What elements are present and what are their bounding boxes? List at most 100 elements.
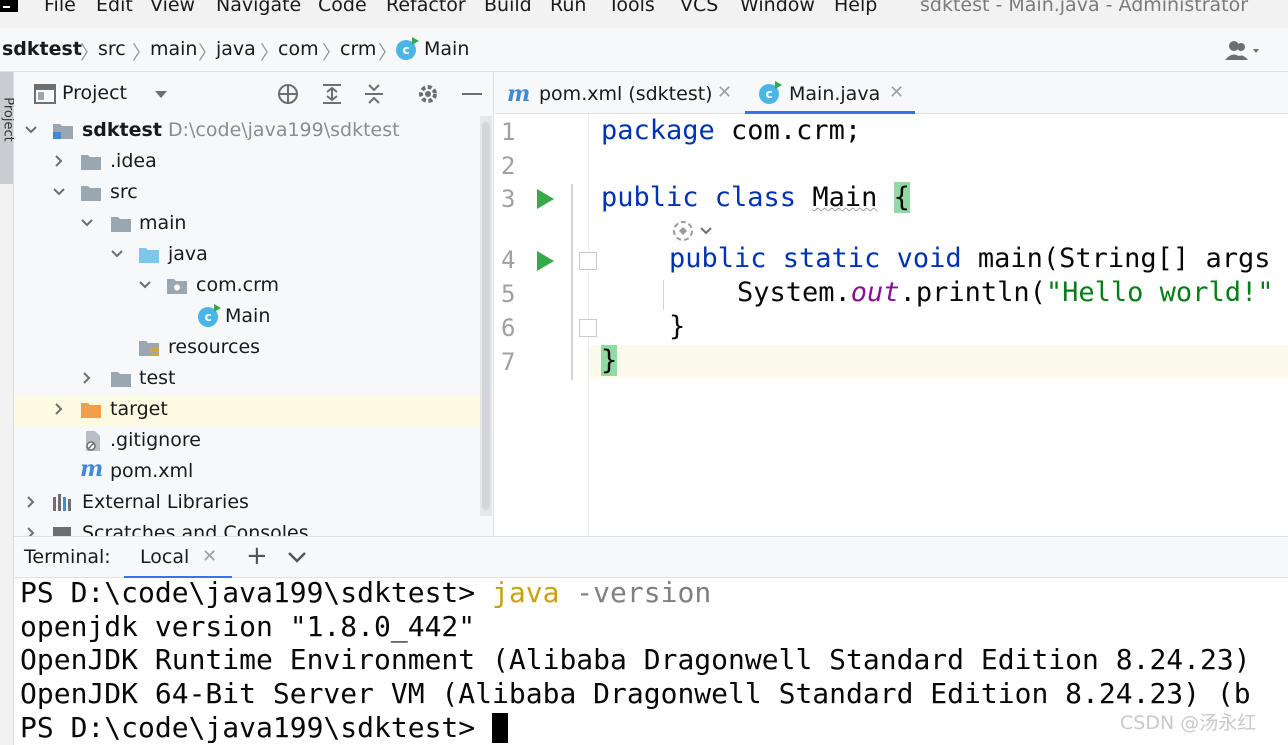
chevron-right-icon[interactable] <box>24 525 38 536</box>
menu-run[interactable]: Run <box>550 0 586 16</box>
tree-item-label: Main <box>225 305 271 327</box>
window-title: sdktest - Main.java - Administrator <box>920 0 1249 16</box>
ai-assistant-icon[interactable] <box>671 218 721 244</box>
terminal-output[interactable]: PS D:\code\java199\sdktest> java -versio… <box>14 578 1288 745</box>
fold-method-icon[interactable] <box>579 252 597 270</box>
chevron-down-icon[interactable] <box>138 277 152 293</box>
breadcrumb-item-main[interactable]: main <box>150 38 197 60</box>
menu-navigate[interactable]: Navigate <box>216 0 301 16</box>
terminal-title: Terminal: <box>24 546 111 568</box>
chevron-down-icon[interactable] <box>154 90 168 100</box>
tree-item-main[interactable]: main <box>14 209 493 240</box>
line-number: 2 <box>501 152 516 180</box>
user-account-icon[interactable] <box>1224 40 1264 62</box>
tree-item-label: com.crm <box>196 274 280 296</box>
code-editor[interactable]: 1 2 3 4 5 6 7 package com.crm; public cl… <box>495 114 1288 536</box>
tree-item-label: External Libraries <box>82 491 249 513</box>
tree-item-pom-xml[interactable]: m pom.xml <box>14 456 493 488</box>
terminal-tab-local[interactable]: Local ✕ <box>124 537 232 579</box>
scratches-icon <box>53 527 71 536</box>
tree-item-sdktest[interactable]: sdktest D:\code\java199\sdktest <box>14 116 493 147</box>
code-token-class-name: Main <box>812 182 878 213</box>
menu-view[interactable]: View <box>150 0 195 16</box>
menu-refactor[interactable]: Refactor <box>386 0 466 16</box>
menu-code[interactable]: Code <box>318 0 367 16</box>
breadcrumb-item-src[interactable]: src <box>98 38 126 60</box>
chevron-down-icon[interactable] <box>286 549 308 565</box>
indent-guide <box>663 280 664 310</box>
code-token-system: System. <box>737 277 851 308</box>
code-token-brace: } <box>669 311 686 342</box>
chevron-down-icon[interactable] <box>24 122 38 138</box>
terminal-line: PS D:\code\java199\sdktest> <box>20 711 509 744</box>
run-class-icon[interactable] <box>537 189 554 209</box>
gear-icon[interactable] <box>416 82 440 106</box>
tree-item-label: sdktest <box>82 119 162 141</box>
fold-end-icon[interactable] <box>579 319 597 337</box>
run-main-icon[interactable] <box>537 251 554 271</box>
tree-item-com-crm[interactable]: com.crm <box>14 271 493 302</box>
tree-item-external-libraries[interactable]: External Libraries <box>14 488 493 519</box>
tree-item-label: test <box>139 367 176 389</box>
collapse-all-icon[interactable] <box>362 82 386 106</box>
tree-item-src[interactable]: src <box>14 178 493 209</box>
tree-item-resources[interactable]: resources <box>14 333 493 364</box>
close-icon[interactable]: ✕ <box>717 82 732 103</box>
breadcrumb-separator-icon: 〉 <box>198 42 218 64</box>
package-folder-icon <box>167 279 187 294</box>
terminal-command-flag: -version <box>559 578 712 609</box>
terminal-command: java <box>492 578 560 609</box>
project-scrollbar[interactable] <box>480 116 492 516</box>
menu-edit[interactable]: Edit <box>96 0 133 16</box>
chevron-right-icon[interactable] <box>52 401 66 417</box>
tab-main-java[interactable]: c Main.java ✕ <box>745 72 915 114</box>
module-folder-icon <box>53 124 73 139</box>
tree-item-label: pom.xml <box>110 460 194 482</box>
terminal-tab-label: Local <box>140 546 190 568</box>
chevron-right-icon[interactable] <box>52 153 66 169</box>
chevron-right-icon[interactable] <box>80 370 94 386</box>
tab-pom-xml[interactable]: m pom.xml (sdktest) ✕ <box>495 72 745 114</box>
breadcrumb-item-java[interactable]: java <box>216 38 256 60</box>
project-scrollbar-thumb[interactable] <box>482 122 490 510</box>
locate-crosshair-icon[interactable] <box>276 82 300 106</box>
breadcrumb-item-crm[interactable]: crm <box>340 38 376 60</box>
expand-all-icon[interactable] <box>320 82 344 106</box>
close-icon[interactable]: ✕ <box>889 82 904 103</box>
tree-item-java[interactable]: java <box>14 240 493 271</box>
menu-file[interactable]: File <box>44 0 76 16</box>
tree-item-label: java <box>168 243 208 265</box>
project-tool-tab[interactable]: Project <box>0 72 16 184</box>
menu-help[interactable]: Help <box>834 0 877 16</box>
tree-item-label: main <box>139 212 187 234</box>
tree-item-target[interactable]: target <box>14 395 493 426</box>
folder-icon <box>111 217 131 232</box>
line-number: 5 <box>501 280 516 308</box>
tree-item-scratches[interactable]: Scratches and Consoles <box>14 519 493 536</box>
close-icon[interactable]: ✕ <box>202 546 217 567</box>
menu-tools[interactable]: Tools <box>608 0 655 16</box>
minimize-icon[interactable] <box>460 82 484 106</box>
tree-item-gitignore[interactable]: .gitignore <box>14 426 493 457</box>
library-icon <box>53 494 71 511</box>
tree-item-test[interactable]: test <box>14 364 493 395</box>
project-panel-title[interactable]: Project <box>62 82 127 104</box>
breadcrumb: sdktest 〉 src 〉 main 〉 java 〉 com 〉 crm … <box>0 28 1288 72</box>
chevron-down-icon[interactable] <box>80 215 94 231</box>
menu-vcs[interactable]: VCS <box>680 0 718 16</box>
menu-build[interactable]: Build <box>484 0 532 16</box>
maven-icon: m <box>507 81 531 107</box>
tree-item-main-class[interactable]: c Main <box>14 302 493 333</box>
breadcrumb-item-main-class[interactable]: Main <box>424 38 469 60</box>
terminal-line: openjdk version "1.8.0_442" <box>20 610 476 643</box>
chevron-down-icon[interactable] <box>110 246 124 262</box>
indent-guide <box>571 184 573 380</box>
chevron-down-icon[interactable] <box>52 184 66 200</box>
menu-window[interactable]: Window <box>740 0 815 16</box>
new-terminal-plus-icon[interactable]: + <box>246 541 268 571</box>
tool-window-strip: Project <box>0 72 16 745</box>
tree-item-idea[interactable]: .idea <box>14 147 493 178</box>
chevron-right-icon[interactable] <box>24 494 38 510</box>
breadcrumb-item-com[interactable]: com <box>278 38 319 60</box>
breadcrumb-item-sdktest[interactable]: sdktest <box>2 38 82 60</box>
